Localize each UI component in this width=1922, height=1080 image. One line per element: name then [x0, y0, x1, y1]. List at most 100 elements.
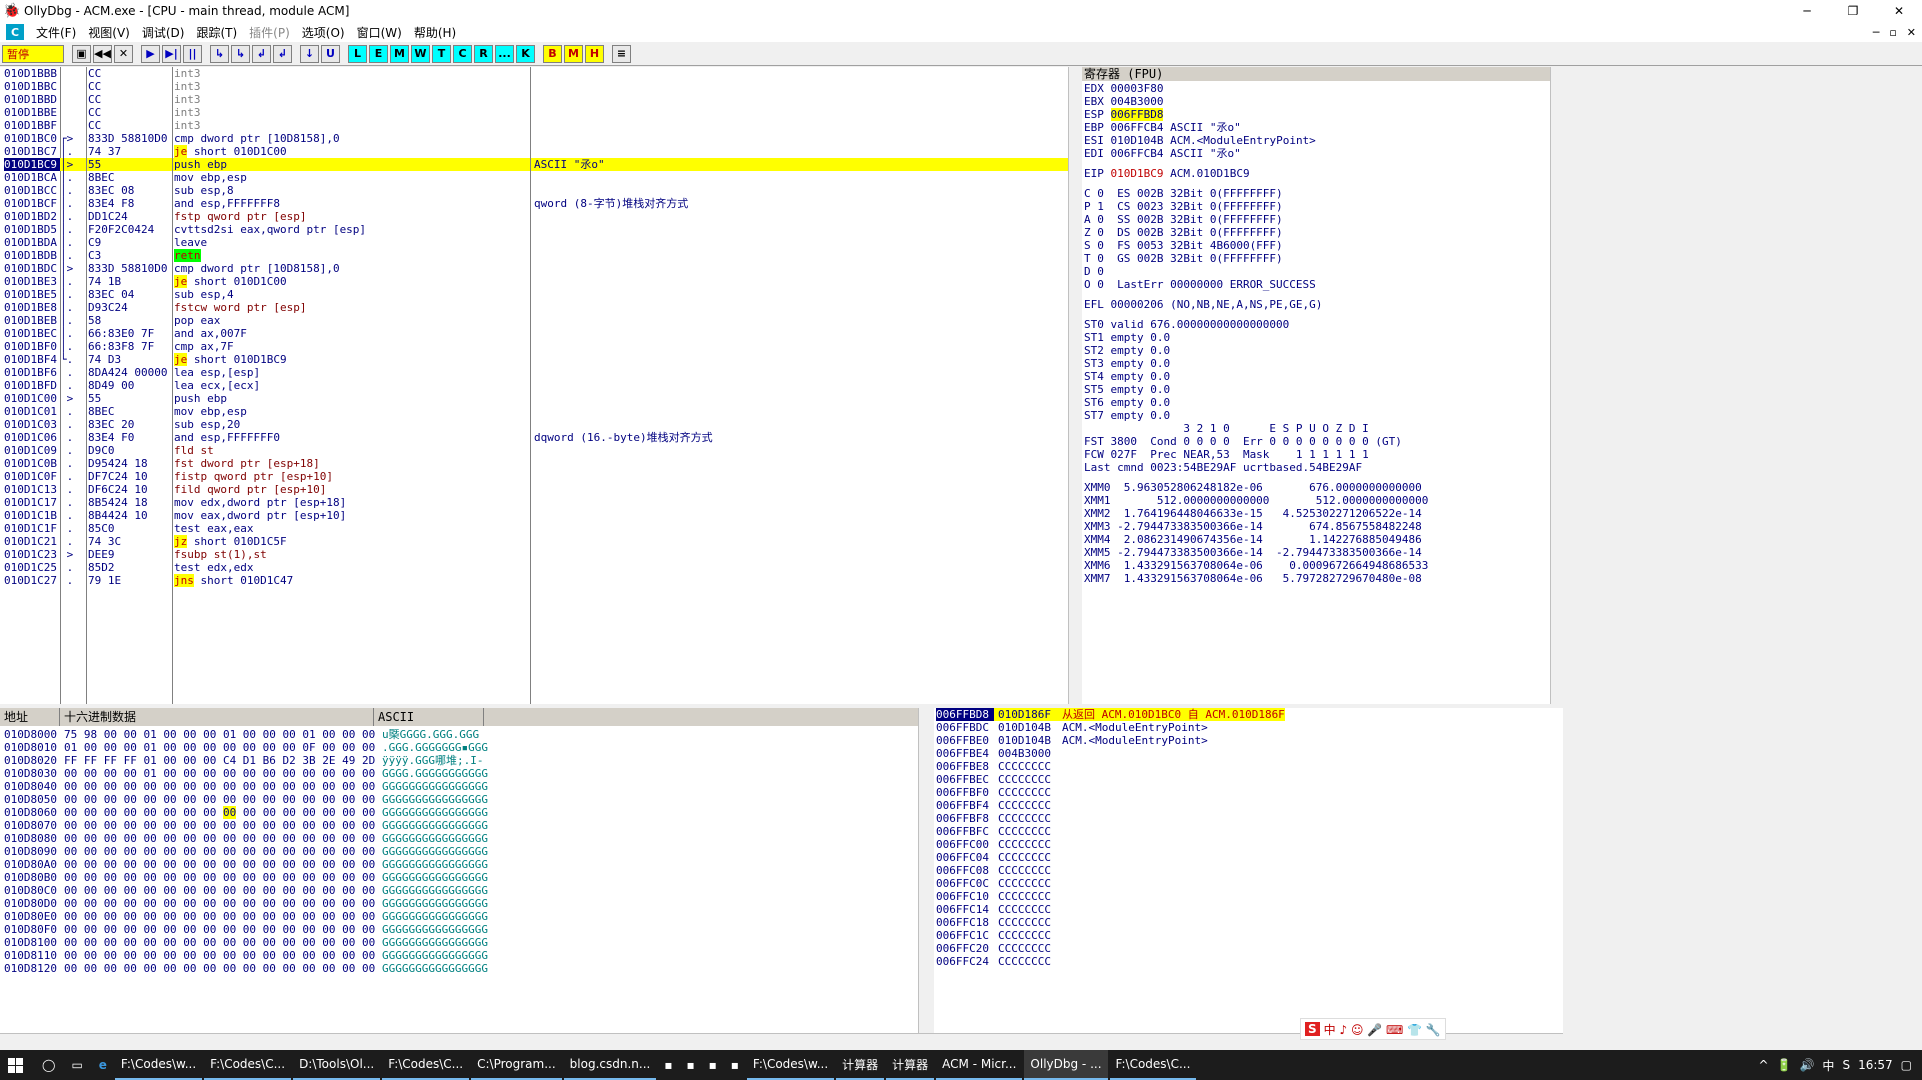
disasm-addr[interactable]: 010D1C17 — [4, 496, 60, 509]
dump-row[interactable]: 010D8100 00 00 00 00 00 00 00 00 00 00 00… — [0, 936, 488, 949]
disasm-addr[interactable]: 010D1C1B — [4, 509, 60, 522]
taskbar-app[interactable]: C:\Program... — [471, 1050, 562, 1080]
run-trace-window-button[interactable]: ... — [495, 44, 514, 63]
disasm-asm[interactable]: int3 — [174, 93, 530, 106]
dump-header-ascii[interactable]: ASCII — [374, 708, 484, 726]
stack-row[interactable]: 006FFC04 CCCCCCCC — [936, 851, 1285, 864]
dump-row[interactable]: 010D8010 01 00 00 00 01 00 00 00 00 00 00… — [0, 741, 488, 754]
register-line[interactable]: ESP 006FFBD8 — [1084, 108, 1544, 121]
register-line[interactable]: A 0 SS 002B 32Bit 0(FFFFFFFF) — [1084, 213, 1544, 226]
disasm-addr[interactable]: 010D1C0B — [4, 457, 60, 470]
register-line[interactable]: Z 0 DS 002B 32Bit 0(FFFFFFFF) — [1084, 226, 1544, 239]
disasm-addr[interactable]: 010D1C1F — [4, 522, 60, 535]
dump-row[interactable]: 010D80D0 00 00 00 00 00 00 00 00 00 00 00… — [0, 897, 488, 910]
call-stack-window-button[interactable]: K — [516, 44, 535, 63]
dump-header-hex[interactable]: 十六进制数据 — [60, 708, 374, 726]
register-line[interactable]: T 0 GS 002B 32Bit 0(FFFFFFFF) — [1084, 252, 1544, 265]
stack-row[interactable]: 006FFC0C CCCCCCCC — [936, 877, 1285, 890]
register-line[interactable]: P 1 CS 0023 32Bit 0(FFFFFFFF) — [1084, 200, 1544, 213]
minimize-button[interactable]: ─ — [1784, 0, 1830, 22]
disasm-addr[interactable]: 010D1BC9 — [4, 158, 60, 171]
disasm-addr[interactable]: 010D1BE5 — [4, 288, 60, 301]
disasm-addr[interactable]: 010D1BCC — [4, 184, 60, 197]
disasm-addr[interactable]: 010D1BBF — [4, 119, 60, 132]
disasm-addr[interactable]: 010D1BD5 — [4, 223, 60, 236]
stack-row[interactable]: 006FFBEC CCCCCCCC — [936, 773, 1285, 786]
maximize-button[interactable]: ❐ — [1830, 0, 1876, 22]
run-button[interactable]: ▶ — [141, 44, 160, 63]
options-list-button[interactable]: ≡ — [612, 44, 631, 63]
register-line[interactable]: XMM2 1.764196448046633e-15 4.52530227120… — [1084, 507, 1544, 520]
disasm-asm[interactable]: jz short 010D1C5F — [174, 535, 530, 548]
start-button[interactable] — [0, 1050, 34, 1080]
registers-scrollbar[interactable] — [1550, 67, 1563, 704]
disasm-asm[interactable]: je short 010D1BC9 — [174, 353, 530, 366]
register-line[interactable]: ST3 empty 0.0 — [1084, 357, 1544, 370]
execute-till-user-button[interactable]: U — [321, 44, 340, 63]
dump-row[interactable]: 010D80B0 00 00 00 00 00 00 00 00 00 00 00… — [0, 871, 488, 884]
disasm-addr[interactable]: 010D1BFD — [4, 379, 60, 392]
disasm-addr[interactable]: 010D1BCA — [4, 171, 60, 184]
taskbar-app[interactable]: ▪ — [658, 1050, 678, 1080]
disasm-asm[interactable]: int3 — [174, 67, 530, 80]
stack-row[interactable]: 006FFBD8 010D186F 从返回 ACM.010D1BC0 自 ACM.0… — [936, 708, 1285, 721]
dump-header-address[interactable]: 地址 — [0, 708, 60, 726]
disasm-asm[interactable]: int3 — [174, 106, 530, 119]
stack-row[interactable]: 006FFC18 CCCCCCCC — [936, 916, 1285, 929]
disasm-addr[interactable]: 010D1C03 — [4, 418, 60, 431]
disasm-addr[interactable]: 010D1BF6 — [4, 366, 60, 379]
register-line[interactable]: C 0 ES 002B 32Bit 0(FFFFFFFF) — [1084, 187, 1544, 200]
menu-file[interactable]: 文件(F) — [30, 24, 82, 41]
register-line[interactable]: XMM6 1.433291563708064e-06 0.00096726649… — [1084, 559, 1544, 572]
disasm-addr[interactable]: 010D1C25 — [4, 561, 60, 574]
disasm-addr[interactable]: 010D1C06 — [4, 431, 60, 444]
disasm-asm[interactable]: fstp qword ptr [esp] — [174, 210, 530, 223]
disasm-addr[interactable]: 010D1C21 — [4, 535, 60, 548]
step-over-button[interactable]: ↳ — [231, 44, 250, 63]
disasm-asm[interactable]: pop eax — [174, 314, 530, 327]
stack-row[interactable]: 006FFC00 CCCCCCCC — [936, 838, 1285, 851]
stack-row[interactable]: 006FFBE0 010D104B ACM.<ModuleEntryPoint> — [936, 734, 1285, 747]
register-line[interactable]: S 0 FS 0053 32Bit 4B6000(FFF) — [1084, 239, 1544, 252]
modules-window-button[interactable]: E — [369, 44, 388, 63]
register-line[interactable]: ST0 valid 676.00000000000000000 — [1084, 318, 1544, 331]
disasm-addr[interactable]: 010D1BF0 — [4, 340, 60, 353]
dump-row[interactable]: 010D8080 00 00 00 00 00 00 00 00 00 00 00… — [0, 832, 488, 845]
dump-row[interactable]: 010D80A0 00 00 00 00 00 00 00 00 00 00 00… — [0, 858, 488, 871]
disasm-asm[interactable]: mov edx,dword ptr [esp+18] — [174, 496, 530, 509]
disasm-asm[interactable]: push ebp — [174, 392, 530, 405]
register-line[interactable]: EDX 00003F80 — [1084, 82, 1544, 95]
mdi-minimize-button[interactable]: ─ — [1873, 26, 1880, 39]
stack-row[interactable]: 006FFBF4 CCCCCCCC — [936, 799, 1285, 812]
memory-breakpoints-button[interactable]: M — [564, 44, 583, 63]
threads-window-button[interactable]: T — [432, 44, 451, 63]
mdi-close-button[interactable]: ✕ — [1907, 26, 1916, 39]
disasm-addr[interactable]: 010D1C09 — [4, 444, 60, 457]
disasm-asm[interactable]: push ebp — [174, 158, 530, 171]
disasm-addr[interactable]: 010D1BDC — [4, 262, 60, 275]
disasm-addr[interactable]: 010D1C23 — [4, 548, 60, 561]
register-line[interactable]: XMM1 512.0000000000000 512.0000000000000 — [1084, 494, 1544, 507]
pause-button[interactable]: || — [183, 44, 202, 63]
dump-row[interactable]: 010D8030 00 00 00 00 01 00 00 00 00 00 00… — [0, 767, 488, 780]
step-into-button[interactable]: ↳ — [210, 44, 229, 63]
disasm-addr[interactable]: 010D1BE8 — [4, 301, 60, 314]
taskbar-app[interactable]: F:\Codes\w... — [114, 1050, 203, 1080]
stack-row[interactable]: 006FFBF0 CCCCCCCC — [936, 786, 1285, 799]
sogou-tray-icon[interactable]: S — [1842, 1058, 1850, 1072]
close-button[interactable]: ✕ — [1876, 0, 1922, 22]
close-debuggee-button[interactable]: ✕ — [114, 44, 133, 63]
disasm-addr[interactable]: 010D1BC7 — [4, 145, 60, 158]
disasm-asm[interactable]: fistp qword ptr [esp+10] — [174, 470, 530, 483]
register-line[interactable]: FST 3800 Cond 0 0 0 0 Err 0 0 0 0 0 0 0 … — [1084, 435, 1544, 448]
stack-row[interactable]: 006FFC10 CCCCCCCC — [936, 890, 1285, 903]
registers-header[interactable]: 寄存器 (FPU) — [1082, 67, 1550, 81]
register-line[interactable]: ESI 010D104B ACM.<ModuleEntryPoint> — [1084, 134, 1544, 147]
stack-row[interactable]: 006FFC20 CCCCCCCC — [936, 942, 1285, 955]
taskbar-app[interactable]: F:\Codes\C... — [1109, 1050, 1197, 1080]
action-center-icon[interactable]: ▢ — [1901, 1058, 1912, 1072]
disasm-addr[interactable]: 010D1C01 — [4, 405, 60, 418]
disasm-addr[interactable]: 010D1BE3 — [4, 275, 60, 288]
dump-row[interactable]: 010D8090 00 00 00 00 00 00 00 00 00 00 00… — [0, 845, 488, 858]
task-view-icon[interactable]: ▭ — [63, 1050, 90, 1080]
